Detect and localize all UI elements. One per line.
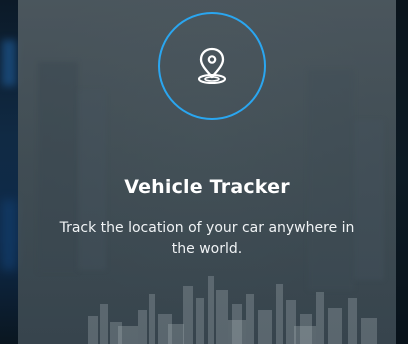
city-skyline-background	[18, 264, 396, 344]
feature-description: Track the location of your car anywhere …	[59, 220, 355, 257]
feature-icon-ring	[158, 12, 266, 120]
feature-card: Vehicle Tracker Track the location of yo…	[18, 0, 396, 344]
onboarding-screen: Vehicle Tracker Track the location of yo…	[0, 0, 408, 344]
feature-title: Vehicle Tracker	[124, 176, 290, 198]
background-window-left	[0, 0, 18, 344]
background-edge-right	[396, 0, 408, 344]
background-building	[354, 120, 384, 280]
